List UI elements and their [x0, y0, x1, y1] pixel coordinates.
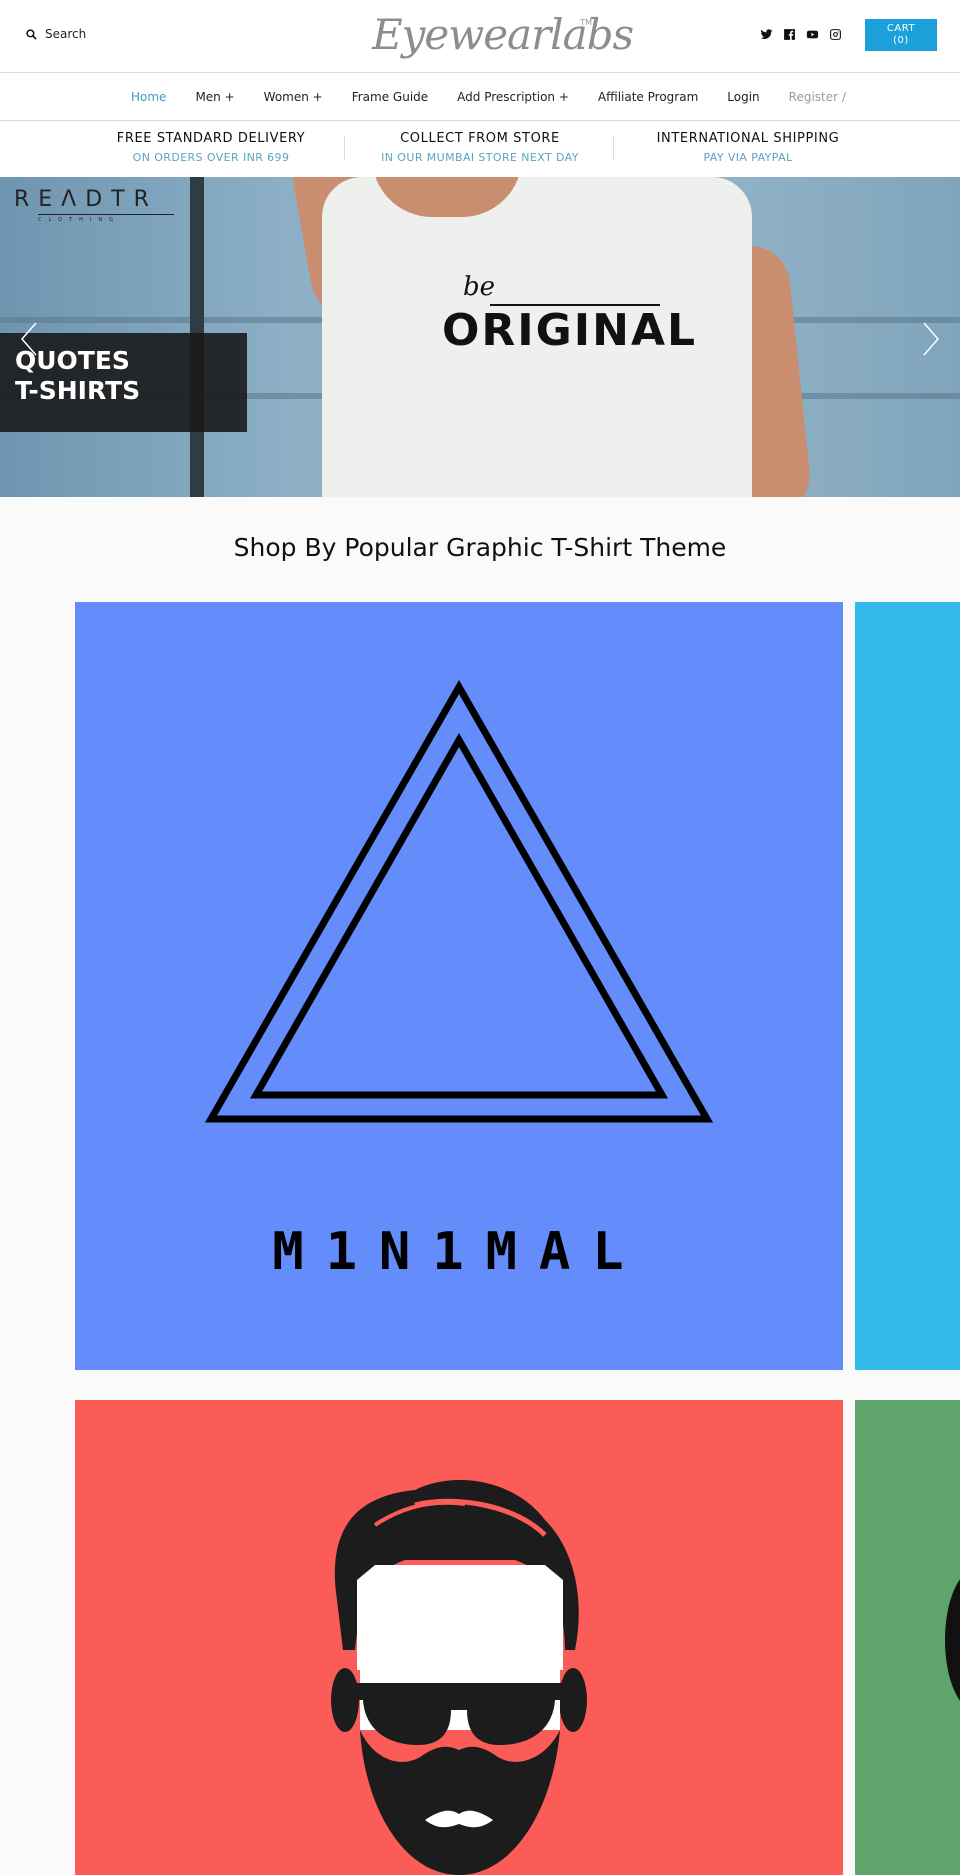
readtr-brand-logo: REΛDTR CLOTHING — [14, 187, 174, 223]
cart-count: (0) — [893, 35, 909, 46]
feature-bar: FREE STANDARD DELIVERY ON ORDERS OVER IN… — [0, 122, 960, 177]
feature-subtitle: ON ORDERS OVER INR 699 — [132, 151, 290, 164]
logo-text: Eyewearlabs — [372, 10, 634, 59]
search-label: Search — [45, 27, 87, 41]
theme-tile-next-2[interactable] — [855, 1400, 960, 1875]
nav-item-register[interactable]: Register / — [789, 90, 846, 104]
cart-label: CART — [886, 23, 916, 34]
search-icon — [26, 28, 37, 40]
site-logo[interactable]: Eyewearlabs TM — [370, 6, 634, 66]
bearded-man-graphic — [331, 1480, 587, 1875]
theme-tile-beard[interactable] — [75, 1400, 843, 1875]
brand-mark-sub: CLOTHING — [38, 214, 174, 223]
nav-item-frame-guide[interactable]: Frame Guide — [352, 90, 428, 104]
theme-tile-minimal[interactable]: M1N1MAL — [75, 602, 843, 1370]
feature-international-shipping: INTERNATIONAL SHIPPING PAY VIA PAYPAL — [613, 131, 883, 164]
feature-collect-store: COLLECT FROM STORE IN OUR MUMBAI STORE N… — [345, 131, 615, 164]
hero-slider[interactable]: be ORIGINAL REΛDTR CLOTHING QUOTES T-SHI… — [0, 177, 960, 497]
feature-free-delivery: FREE STANDARD DELIVERY ON ORDERS OVER IN… — [76, 131, 346, 164]
feature-subtitle: PAY VIA PAYPAL — [703, 151, 793, 164]
youtube-icon[interactable] — [806, 28, 819, 41]
slider-next-arrow[interactable] — [916, 319, 946, 359]
brand-mark-text: REΛDTR — [14, 187, 158, 212]
main-nav: Home Men + Women + Frame Guide Add Presc… — [0, 73, 960, 121]
instagram-icon[interactable] — [829, 28, 842, 41]
nav-item-women[interactable]: Women + — [264, 90, 323, 104]
search-button[interactable]: Search — [26, 27, 86, 41]
nav-item-men[interactable]: Men + — [195, 90, 234, 104]
feature-title: INTERNATIONAL SHIPPING — [656, 131, 840, 146]
nav-item-add-prescription[interactable]: Add Prescription + — [457, 90, 569, 104]
hero-caption-line2: T-SHIRTS — [15, 376, 141, 405]
chat-widget-button[interactable] — [945, 1570, 960, 1710]
feature-title: COLLECT FROM STORE — [400, 131, 560, 146]
slider-prev-arrow[interactable] — [14, 319, 44, 359]
chevron-right-icon — [923, 322, 939, 356]
feature-title: FREE STANDARD DELIVERY — [116, 131, 306, 146]
nav-item-login[interactable]: Login — [727, 90, 759, 104]
tshirt-print-be: be — [463, 272, 496, 302]
theme-tile-next[interactable] — [855, 602, 960, 1370]
feature-subtitle: IN OUR MUMBAI STORE NEXT DAY — [381, 151, 579, 164]
nav-item-affiliate-program[interactable]: Affiliate Program — [598, 90, 698, 104]
site-header: Search Eyewearlabs TM CART (0) — [0, 0, 960, 73]
logo-trademark: TM — [580, 18, 592, 27]
chevron-left-icon — [21, 322, 37, 356]
social-links — [760, 28, 842, 41]
cart-button[interactable]: CART (0) — [865, 19, 937, 51]
facebook-icon[interactable] — [783, 28, 796, 41]
section-title: Shop By Popular Graphic T-Shirt Theme — [233, 533, 727, 562]
nav-item-home[interactable]: Home — [131, 90, 166, 104]
tshirt-print-original: ORIGINAL — [442, 305, 698, 356]
minimal-label: M1N1MAL — [272, 1222, 646, 1282]
twitter-icon[interactable] — [760, 28, 773, 41]
